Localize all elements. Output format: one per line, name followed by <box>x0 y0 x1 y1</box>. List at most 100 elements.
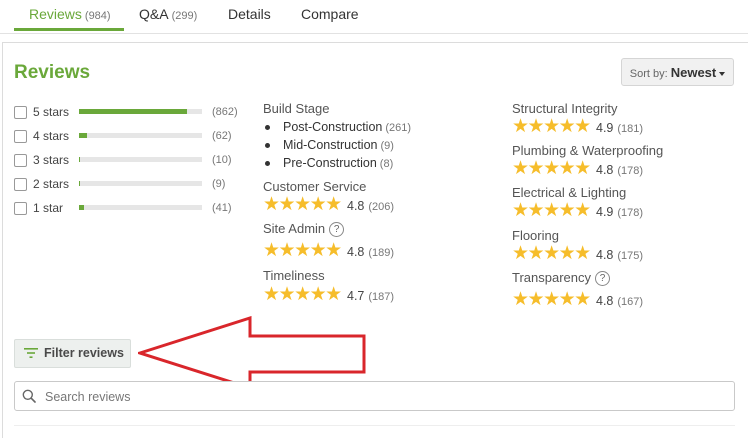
rating-value: 4.7 <box>347 289 365 303</box>
star-filter-1[interactable]: 1 star (41) <box>14 201 244 217</box>
rating-label-text: Transparency <box>512 270 591 285</box>
star-filter-bar <box>79 181 202 186</box>
star-filter-checkbox[interactable] <box>14 130 27 143</box>
rating-label-timeliness: Timeliness <box>263 268 325 283</box>
rating-count: (167) <box>617 296 644 308</box>
sort-prefix: Sort by: <box>629 68 668 80</box>
stars-icon: ★★★★★ <box>512 116 591 137</box>
stars-icon: ★★★★★ <box>512 200 591 221</box>
star-filter-count: (10) <box>212 154 232 166</box>
tab-qa-label: Q&A <box>139 6 169 22</box>
star-filter-count: (862) <box>212 106 238 118</box>
bullet-dot <box>265 161 270 167</box>
rating-label-structural-integrity: Structural Integrity <box>512 101 618 116</box>
build-stage-item-label: Mid-Construction <box>283 138 378 152</box>
annotation-arrow-icon <box>138 316 366 390</box>
star-filter-bar-fill <box>79 205 85 210</box>
search-icon <box>22 389 36 403</box>
star-filter-bar <box>79 133 202 138</box>
sort-dropdown[interactable]: Sort by: Newest <box>621 58 734 86</box>
tab-qa-count: (299) <box>171 10 198 22</box>
rating-value: 4.9 <box>596 205 614 219</box>
tab-details[interactable]: Details <box>228 0 271 31</box>
build-stage-item-count: (9) <box>380 140 394 152</box>
caret-down-icon <box>719 72 726 77</box>
star-filter-4[interactable]: 4 stars (62) <box>14 129 244 145</box>
rating-label-text: Site Admin <box>263 221 326 236</box>
tab-reviews[interactable]: Reviews (984) <box>14 0 124 31</box>
star-filter-bar <box>79 205 202 210</box>
rating-count: (187) <box>368 291 395 303</box>
rating-value: 4.8 <box>596 248 614 262</box>
stars-icon: ★★★★★ <box>263 284 342 305</box>
rating-label-customer-service: Customer Service <box>263 179 367 194</box>
rating-count: (181) <box>617 123 644 135</box>
rating-label-plumbing-waterproofing: Plumbing & Waterproofing <box>512 143 664 158</box>
star-filter-label: 2 stars <box>33 177 70 191</box>
build-stage-item[interactable]: Pre-Construction (8) <box>265 156 393 170</box>
rating-count: (206) <box>368 201 395 213</box>
star-filter-label: 4 stars <box>33 129 70 143</box>
rating-count: (189) <box>368 247 395 259</box>
tab-qa[interactable]: Q&A (299) <box>139 0 197 31</box>
rating-label-electrical-lighting: Electrical & Lighting <box>512 185 627 200</box>
stars-icon: ★★★★★ <box>512 289 591 310</box>
review-tabs: Reviews (984) Q&A (299) Details Compare <box>0 0 748 34</box>
stars-icon: ★★★★★ <box>512 243 591 264</box>
build-stage-item[interactable]: Mid-Construction (9) <box>265 138 394 152</box>
star-filter-5[interactable]: 5 stars (862) <box>14 105 244 121</box>
build-stage-item[interactable]: Post-Construction (261) <box>265 120 411 134</box>
star-filter-bar-fill <box>79 181 81 186</box>
tab-compare[interactable]: Compare <box>301 0 359 31</box>
star-filter-label: 3 stars <box>33 153 70 167</box>
rating-value: 4.8 <box>596 294 614 308</box>
sort-value: Newest <box>670 65 717 80</box>
stars-icon: ★★★★★ <box>512 158 591 179</box>
rating-label-site-admin: Site Admin? <box>263 221 345 238</box>
star-filter-2[interactable]: 2 stars (9) <box>14 177 244 193</box>
build-stage-item-label: Pre-Construction <box>283 156 377 170</box>
rating-label-transparency: Transparency? <box>512 270 610 287</box>
build-stage-item-count: (8) <box>379 158 394 170</box>
rating-value: 4.8 <box>596 163 614 177</box>
star-filter-bar-fill <box>79 109 187 114</box>
rating-count: (178) <box>617 165 644 177</box>
tab-details-label: Details <box>228 6 271 22</box>
build-stage-item-label: Post-Construction <box>283 120 383 134</box>
rating-count: (178) <box>617 207 644 219</box>
star-filter-bar <box>79 109 202 114</box>
star-filter-count: (9) <box>212 178 226 190</box>
star-filter-3[interactable]: 3 stars (10) <box>14 153 244 169</box>
star-filter-checkbox[interactable] <box>14 154 27 167</box>
star-filter-bar-fill <box>79 133 87 138</box>
star-filter-count: (62) <box>212 130 232 142</box>
star-filter-checkbox[interactable] <box>14 178 27 191</box>
tab-compare-label: Compare <box>301 6 359 22</box>
star-filter-bar <box>79 157 202 162</box>
rating-value: 4.9 <box>596 121 614 135</box>
rating-count: (175) <box>617 250 644 262</box>
build-stage-item-count: (261) <box>385 122 412 134</box>
search-box[interactable] <box>14 381 735 411</box>
bullet-dot <box>265 125 270 131</box>
rating-value: 4.8 <box>347 199 365 213</box>
star-filter-checkbox[interactable] <box>14 106 27 119</box>
star-filter-label: 1 star <box>33 201 64 215</box>
star-filter-label: 5 stars <box>33 105 70 119</box>
star-filter-checkbox[interactable] <box>14 202 27 215</box>
bullet-dot <box>265 143 270 149</box>
build-stage-label: Build Stage <box>263 101 330 116</box>
star-filter-bar-fill <box>79 157 81 162</box>
rating-label-flooring: Flooring <box>512 228 559 243</box>
stars-icon: ★★★★★ <box>263 194 342 215</box>
filter-icon <box>24 348 38 358</box>
search-input[interactable] <box>43 386 707 408</box>
tab-reviews-label: Reviews <box>29 6 82 22</box>
tab-reviews-count: (984) <box>84 10 111 22</box>
filter-reviews-button[interactable]: Filter reviews <box>14 339 131 368</box>
stars-icon: ★★★★★ <box>263 240 342 261</box>
filter-reviews-label: Filter reviews <box>44 346 124 360</box>
help-icon[interactable]: ? <box>329 222 345 238</box>
help-icon[interactable]: ? <box>595 271 610 287</box>
rating-value: 4.8 <box>347 245 365 259</box>
